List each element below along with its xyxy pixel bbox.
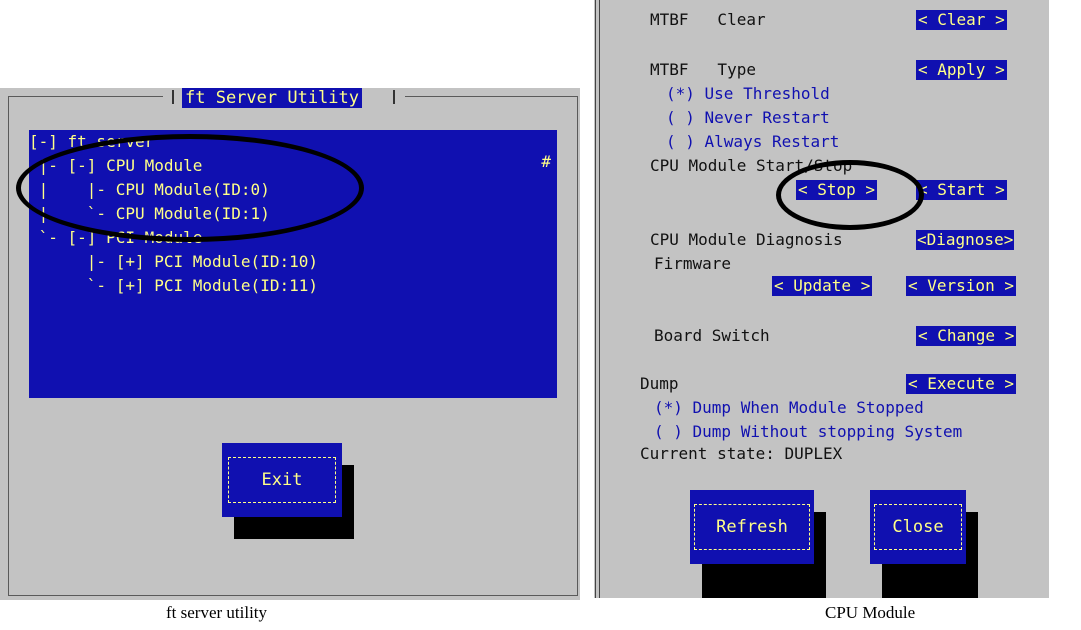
update-button[interactable]: < Update > — [772, 276, 873, 296]
current-state: Current state: DUPLEX — [640, 444, 843, 463]
close-button[interactable]: Close — [870, 490, 966, 564]
highlight-ellipse-stop-button — [776, 160, 924, 230]
window-border-left — [595, 0, 596, 598]
diagnosis-label: CPU Module Diagnosis — [650, 230, 843, 249]
option-use-threshold[interactable]: (*) Use Threshold — [666, 84, 830, 104]
change-button[interactable]: < Change > — [916, 326, 1017, 346]
exit-button[interactable]: Exit — [222, 443, 342, 517]
window-title: ft Server Utility — [182, 88, 362, 108]
title-divider-right — [393, 90, 395, 104]
window-border-left-inner — [599, 0, 600, 598]
dump-option-when-stopped[interactable]: (*) Dump When Module Stopped — [654, 398, 924, 418]
refresh-button-label: Refresh — [694, 504, 810, 550]
execute-button[interactable]: < Execute > — [906, 374, 1016, 394]
option-never-restart[interactable]: ( ) Never Restart — [666, 108, 830, 128]
dump-label: Dump — [640, 374, 679, 393]
highlight-ellipse-cpu-modules — [16, 134, 364, 242]
dump-option-without-stopping[interactable]: ( ) Dump Without stopping System — [654, 422, 962, 442]
mtbf-type-label: MTBF Type — [650, 60, 756, 79]
title-divider-left — [172, 90, 174, 104]
diagnose-button[interactable]: <Diagnose> — [916, 230, 1015, 250]
scroll-marker: # — [541, 152, 551, 171]
cpu-module-window: MTBF Clear < Clear > MTBF Type < Apply >… — [594, 0, 1049, 598]
board-switch-label: Board Switch — [654, 326, 770, 345]
tree-item-pci-module-id10[interactable]: |- [+] PCI Module(ID:10) — [29, 250, 557, 274]
mtbf-clear-label: MTBF Clear — [650, 10, 766, 29]
option-always-restart[interactable]: ( ) Always Restart — [666, 132, 839, 152]
left-caption: ft server utility — [166, 603, 268, 622]
refresh-button[interactable]: Refresh — [690, 490, 814, 564]
version-button[interactable]: < Version > — [906, 276, 1016, 296]
exit-button-label: Exit — [228, 457, 336, 503]
apply-button[interactable]: < Apply > — [916, 60, 1007, 80]
start-button[interactable]: < Start > — [916, 180, 1007, 200]
tree-item-pci-module-id11[interactable]: `- [+] PCI Module(ID:11) — [29, 274, 557, 298]
close-button-label: Close — [874, 504, 962, 550]
clear-button[interactable]: < Clear > — [916, 10, 1007, 30]
right-caption: CPU Module — [825, 603, 916, 622]
firmware-label: Firmware — [654, 254, 732, 273]
ft-server-utility-window: ft Server Utility [-] ft server |- [-] C… — [0, 88, 580, 600]
